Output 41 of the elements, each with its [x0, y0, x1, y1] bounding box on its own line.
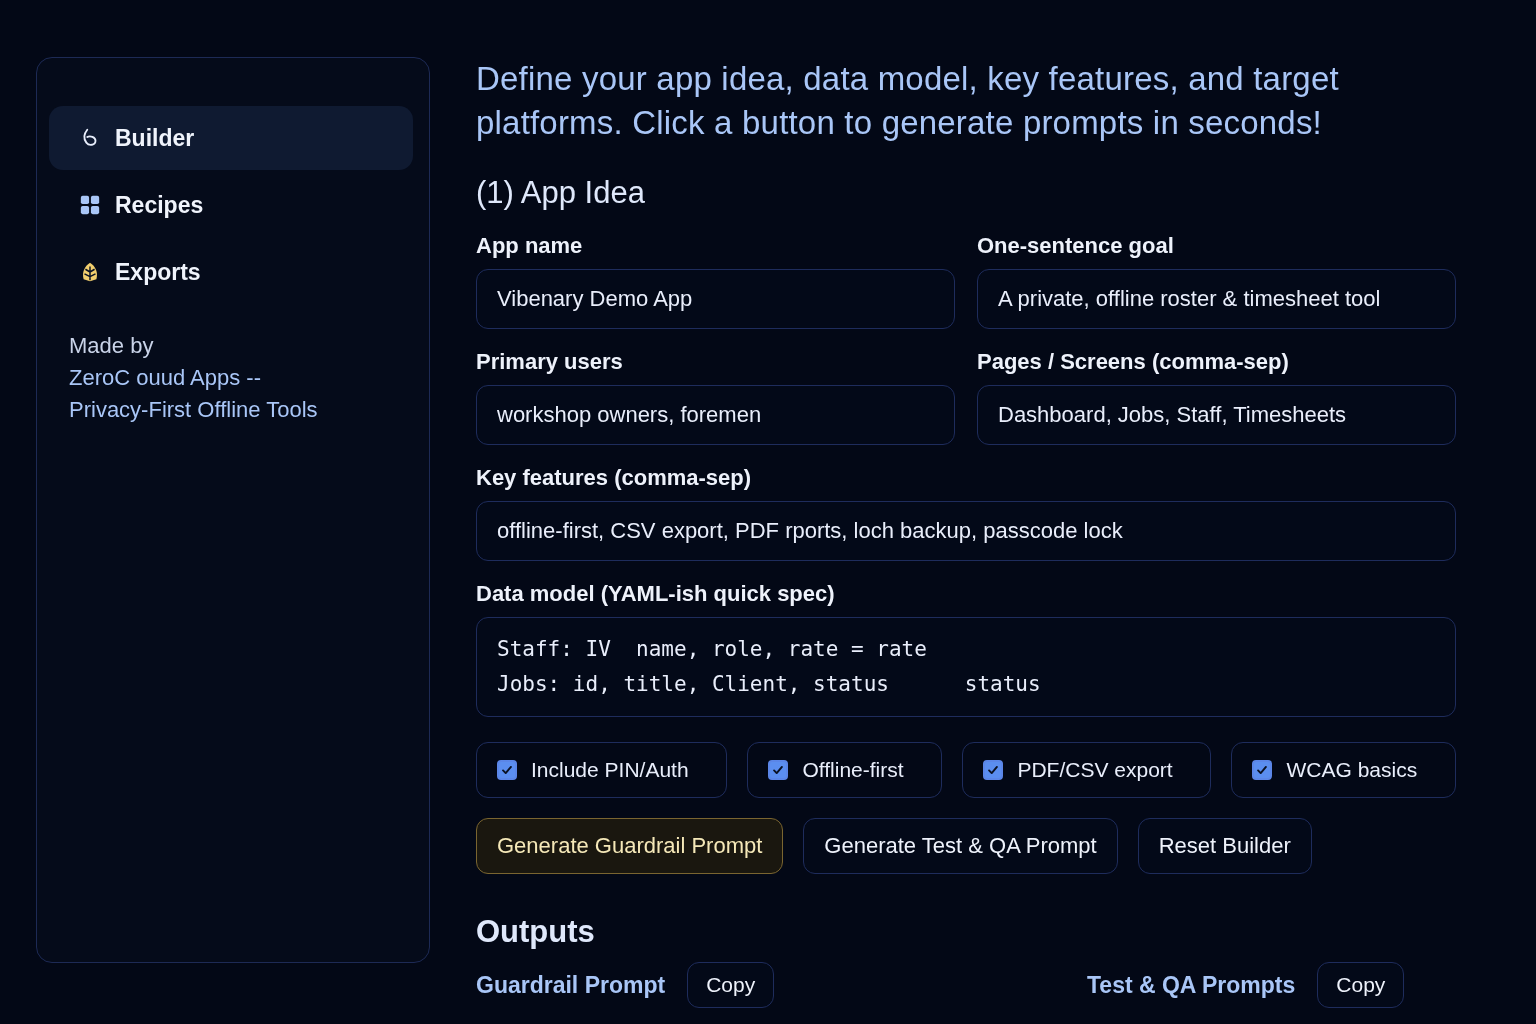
checkbox-option[interactable]: Include PIN/Auth — [476, 742, 728, 798]
credit-link[interactable]: ZeroC ouud Apps -- — [69, 362, 393, 394]
checkmark-icon — [500, 763, 514, 777]
input-field[interactable]: offline-first, CSV export, PDF rports, loch backup, passcode lock — [476, 501, 1456, 561]
action-button[interactable]: Generate Test & QA Prompt — [803, 818, 1118, 874]
field-label: Key features (comma-sep) — [476, 465, 753, 491]
output-title: Test & QA Prompts — [1087, 971, 1296, 999]
field-label: One-sentence goal — [977, 233, 1175, 259]
action-button[interactable]: Reset Builder — [1137, 818, 1312, 874]
checkmark-icon — [1255, 763, 1270, 777]
checkbox-option[interactable]: WCAG basics — [1231, 742, 1456, 798]
checkmark-icon — [986, 763, 1001, 777]
sidebar-item[interactable]: Builder — [49, 106, 413, 170]
action-button[interactable]: Generate Guardrail Prompt — [476, 818, 784, 874]
output-title: Guardrail Prompt — [476, 971, 666, 999]
input-field[interactable]: Dashboard, Jobs, Staff, Timesheets — [977, 385, 1456, 445]
sidebar-item[interactable]: Exports — [49, 240, 413, 304]
field-label: Primary users — [476, 349, 624, 375]
checkbox[interactable] — [983, 760, 1004, 780]
checkmark-icon — [771, 763, 786, 777]
credit-tagline: Privacy-First Offline Tools — [69, 396, 319, 424]
copy-button[interactable]: Copy — [1317, 962, 1405, 1008]
section-title: Outputs — [476, 914, 596, 950]
text-area[interactable]: Staff: IV name, role, rate = rate Jobs: id, title, Client, status status — [476, 617, 1456, 717]
checkbox[interactable] — [497, 760, 517, 780]
input-field[interactable]: Vibenary Demo App — [476, 269, 955, 329]
checkbox-option[interactable]: Offline-first — [747, 742, 943, 798]
intro-heading: Define your app idea, data model, key features, and target platforms. Click a button to generate prompts in seconds! — [476, 59, 1340, 143]
checkbox[interactable] — [768, 760, 789, 780]
copy-button[interactable]: Copy — [687, 962, 775, 1008]
field-label: Pages / Screens (comma-sep) — [977, 349, 1290, 375]
checkbox-option[interactable]: PDF/CSV export — [962, 742, 1212, 798]
input-field[interactable]: workshop owners, foremen — [476, 385, 955, 445]
input-field[interactable]: A private, offline roster & timesheet tool — [977, 269, 1456, 329]
grid-icon — [79, 194, 101, 216]
section-title: (1) App Idea — [476, 175, 646, 211]
checkbox[interactable] — [1252, 760, 1273, 780]
sidebar-item[interactable]: Recipes — [49, 173, 413, 237]
field-label: Data model (YAML-ish quick spec) — [476, 581, 836, 607]
credit-text: Made by — [69, 332, 155, 360]
field-label: App name — [476, 233, 584, 259]
